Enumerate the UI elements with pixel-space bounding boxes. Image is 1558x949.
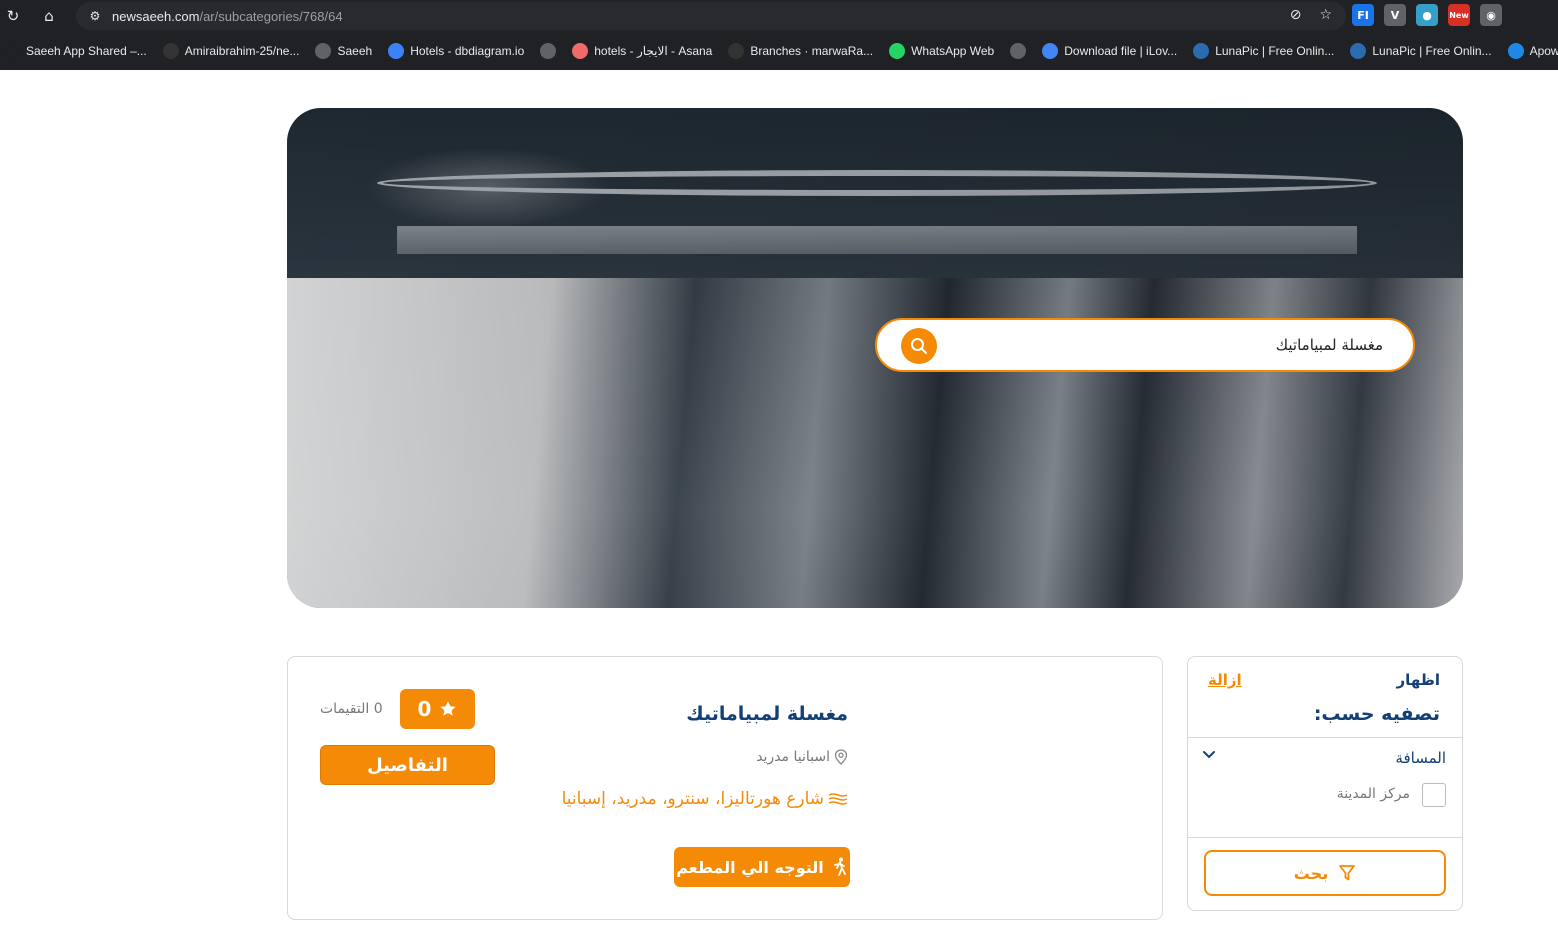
rating-badge: 0 [400,689,475,729]
url-host: newsaeeh.com [112,8,200,24]
bookmark-favicon-icon [162,43,179,59]
chevron-down-icon[interactable] [1202,745,1216,764]
bookmark-item[interactable]: LunaPic | Free Onlin... [1350,43,1492,59]
hero-search-input[interactable]: مغسلة لمبياماتيك [1276,320,1383,370]
filter-clear-link[interactable]: ازالة [1208,671,1242,689]
filter-title: تصفيه حسب: [1313,703,1440,725]
home-icon[interactable]: ⌂ [36,3,62,29]
bookmark-item[interactable]: hotels - الايجار - Asana [572,43,712,59]
bookmark-label: Saeeh [337,44,373,58]
filter-funnel-icon [1339,865,1356,881]
browser-toolbar: ↻ ⌂ ⚙ newsaeeh.com/ar/subcategories/768/… [0,0,1558,32]
camera-extension-icon[interactable]: ◉ [1480,4,1502,26]
bookmark-item[interactable]: Hotels - dbdiagram.io [388,43,524,59]
hero-banner: مغسلة لمبياماتيك [287,108,1463,608]
result-address-text: شارع هورتاليزا، سنترو، مدريد، إسبانيا [561,789,824,809]
filter-search-label: بحث [1293,863,1329,883]
city-center-label: مركز المدينة [1336,786,1410,802]
map-pin-icon [834,749,848,765]
rating-value: 0 [417,697,432,721]
bookmark-favicon-icon [1042,43,1059,59]
bookmark-favicon-icon [540,43,557,59]
divider [1188,837,1462,838]
bookmark-item[interactable]: Saeeh [315,43,372,59]
bookmark-favicon-icon [1010,43,1027,59]
bookmark-label: Branches · marwaRa... [750,44,874,58]
bookmarks-bar: Saeeh App Shared –... Amiraibrahim-25/ne.… [0,32,1558,70]
details-button[interactable]: التفاصيل [320,745,495,785]
bookmark-label: Download file | iLov... [1064,44,1178,58]
directions-label: التوجه الي المطعم [676,857,824,877]
hero-search-bar[interactable]: مغسلة لمبياماتيك [875,318,1415,372]
bookmark-item[interactable] [1010,43,1027,59]
bookmark-item[interactable]: Apowersoft [1507,43,1558,59]
url-path: /ar/subcategories/768/64 [199,8,343,24]
bookmark-item[interactable]: Download file | iLov... [1042,43,1177,59]
result-address: شارع هورتاليزا، سنترو، مدريد، إسبانيا [562,789,848,809]
bookmark-favicon-icon [572,43,589,59]
search-icon [911,338,927,354]
url-text[interactable]: newsaeeh.com/ar/subcategories/768/64 [112,9,343,24]
bookmark-favicon-icon [388,43,405,59]
walking-icon [833,857,846,876]
reload-icon[interactable]: ↻ [0,3,26,29]
filter-search-button[interactable]: بحث [1204,850,1446,896]
bookmark-favicon-icon [315,43,332,59]
bookmark-item[interactable]: Amiraibrahim-25/ne... [162,43,300,59]
bookmark-label: LunaPic | Free Onlin... [1215,44,1335,58]
ratings-count: 0 التقيمات [320,701,383,717]
bookmark-label: Amiraibrahim-25/ne... [184,44,300,58]
directions-button[interactable]: التوجه الي المطعم [674,847,850,887]
new-extension-icon[interactable]: New [1448,4,1470,26]
address-bar[interactable]: ⚙ newsaeeh.com/ar/subcategories/768/64 ⊘… [76,2,1346,30]
city-center-checkbox[interactable] [1422,783,1446,807]
bookmark-label: Hotels - dbdiagram.io [410,44,525,58]
fi-extension-icon[interactable]: FI [1352,4,1374,26]
road-icon [828,793,848,805]
bookmark-favicon-icon [728,43,745,59]
bookmark-item[interactable]: Saeeh App Shared –... [4,43,147,59]
bookmark-favicon-icon [1193,43,1210,59]
filter-panel: اظهار ازالة تصفيه حسب: المسافة مركز المد… [1187,656,1463,911]
page-content: مغسلة لمبياماتيك مغسلة لمبياماتيك اسباني… [0,70,1558,949]
divider [1188,737,1462,738]
bookmark-item[interactable]: WhatsApp Web [889,43,994,59]
result-title[interactable]: مغسلة لمبياماتيك [686,703,848,725]
bookmark-label: WhatsApp Web [911,44,995,58]
star-icon [440,701,457,716]
location-off-icon[interactable]: ⊘ [1290,7,1302,23]
bookmark-favicon-icon [889,43,906,59]
bookmark-favicon-icon [4,43,20,59]
bookmark-item[interactable] [540,43,557,59]
bookmark-item[interactable]: Branches · marwaRa... [728,43,873,59]
bookmark-label: hotels - الايجار - Asana [594,44,713,58]
distance-label[interactable]: المسافة [1395,749,1446,767]
extensions-area: FI V ● New ◉ [1352,4,1502,26]
bookmark-item[interactable]: LunaPic | Free Onlin... [1193,43,1334,59]
site-info-icon[interactable]: ⚙ [86,7,104,25]
result-location: اسبانيا مدريد [756,749,848,765]
hero-search-button[interactable] [901,328,937,364]
result-location-text: اسبانيا مدريد [756,749,830,765]
bookmark-favicon-icon [1350,43,1367,59]
bookmark-label: LunaPic | Free Onlin... [1372,44,1492,58]
bookmark-favicon-icon [1507,43,1524,59]
bookmark-label: Saeeh App Shared –... [26,44,147,58]
v-extension-icon[interactable]: V [1384,4,1406,26]
filter-show-link[interactable]: اظهار [1397,671,1440,689]
result-card: مغسلة لمبياماتيك اسبانيا مدريد شارع هورت… [287,656,1163,920]
bookmark-label: Apowersoft [1529,44,1558,58]
snip-extension-icon[interactable]: ● [1416,4,1438,26]
bookmark-star-icon[interactable]: ☆ [1319,7,1332,23]
